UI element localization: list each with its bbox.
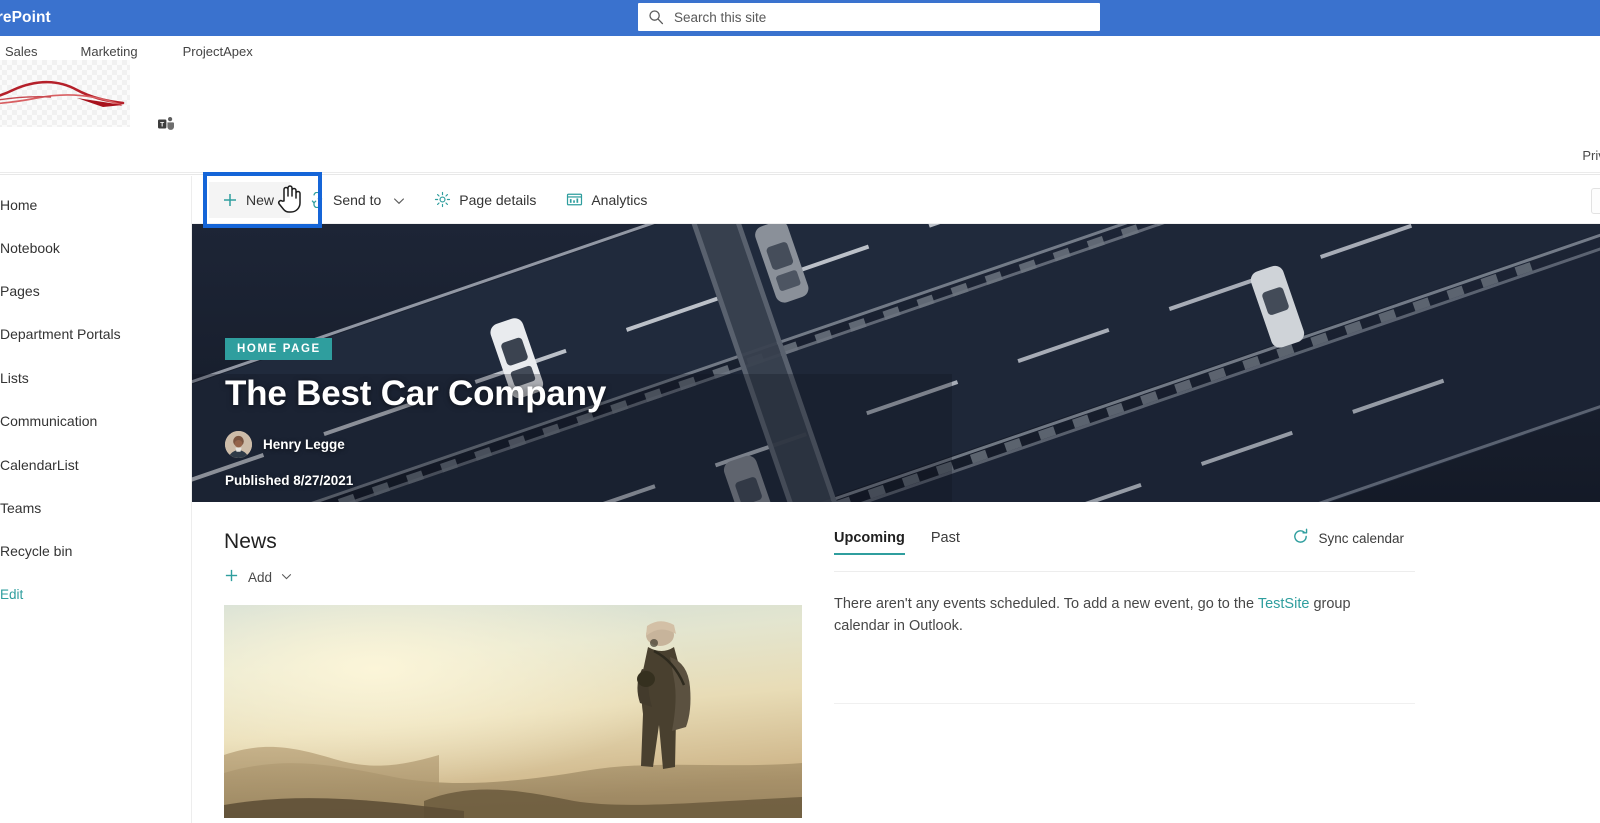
search-icon [648,9,664,25]
news-card[interactable] [224,605,802,818]
analytics-icon [566,191,583,208]
hero-banner[interactable]: HOME PAGE The Best Car Company Henry Leg… [192,224,1600,502]
plus-icon [224,568,239,586]
topnav-item-marketing[interactable]: Marketing [73,42,146,61]
sidebar-item-teams[interactable]: Teams [0,496,41,520]
page-content: News Add Upcoming Past Sync calendar The… [192,502,1600,823]
news-webpart: News Add [224,530,810,818]
events-webpart: Upcoming Past Sync calendar There aren't… [834,528,1424,705]
privacy-divider [0,172,1600,173]
search-input[interactable] [674,5,1090,29]
header-divider [0,174,1600,175]
sidebar-item-department-portals[interactable]: Department Portals [0,322,121,346]
sidebar-item-notebook[interactable]: Notebook [0,236,60,260]
events-divider-top [834,571,1415,572]
topnav-item-sales[interactable]: Sales [0,42,46,61]
chevron-down-icon [281,570,292,585]
sharepoint-brand-label[interactable]: arePoint [0,9,51,27]
sync-calendar-label: Sync calendar [1318,530,1404,546]
suite-bar: arePoint [0,0,1600,36]
command-bar-overflow-button[interactable] [1591,188,1600,214]
events-divider-bottom [834,703,1415,705]
page-details-label: Page details [459,191,537,208]
app-viewport: arePoint Sales Marketing ProjectApex [0,0,1600,823]
testsite-link[interactable]: TestSite [1258,596,1310,612]
published-date: Published 8/27/2021 [225,473,354,488]
news-heading: News [224,530,277,553]
sidebar-item-pages[interactable]: Pages [0,279,40,303]
sidebar-item-home[interactable]: Home [0,193,37,217]
page-command-bar: New Send to Page details Analytics [192,176,1600,224]
svg-text:T: T [160,121,164,128]
topnav-item-projectapex[interactable]: ProjectApex [175,42,261,61]
left-navigation: Home Notebook Pages Department Portals L… [0,176,192,823]
sidebar-item-lists[interactable]: Lists [0,366,29,390]
page-details-button[interactable]: Page details [424,182,546,218]
tab-upcoming[interactable]: Upcoming [834,530,905,555]
events-tablist: Upcoming Past Sync calendar [834,528,1424,555]
gear-icon [434,191,451,208]
tab-past[interactable]: Past [931,530,960,555]
analytics-button[interactable]: Analytics [556,182,657,218]
news-add-label: Add [248,569,273,585]
send-to-button[interactable]: Send to [298,182,414,218]
events-empty-state: There aren't any events scheduled. To ad… [834,593,1399,637]
site-privacy-row: Private gr [0,146,1600,172]
privacy-label: Private gr [1582,148,1600,163]
sidebar-item-communication[interactable]: Communication [0,409,97,433]
sidebar-item-calendarlist[interactable]: CalendarList [0,453,79,477]
mouse-cursor-hand-icon [276,182,302,214]
analytics-label: Analytics [591,191,648,208]
page-title: The Best Car Company [225,374,607,413]
sidebar-item-recycle-bin[interactable]: Recycle bin [0,539,72,563]
refresh-icon [1292,528,1309,548]
news-card-image [224,605,802,818]
send-to-icon [308,191,325,208]
site-logo [0,60,130,127]
new-button-label: New [246,191,275,208]
hero-content: HOME PAGE The Best Car Company Henry Leg… [225,338,606,488]
hero-author-row: Henry Legge [225,431,606,458]
news-add-button[interactable]: Add [224,568,292,586]
send-to-label: Send to [333,191,382,208]
plus-icon [221,191,238,208]
site-search-box[interactable] [638,3,1100,31]
chevron-down-icon [393,194,405,205]
sync-calendar-button[interactable]: Sync calendar [1292,528,1404,548]
top-navigation: Sales Marketing ProjectApex [0,40,261,62]
site-header: Sales Marketing ProjectApex T [0,36,1600,175]
events-empty-text-before: There aren't any events scheduled. To ad… [834,596,1258,612]
teams-icon[interactable]: T [156,114,176,134]
sidebar-edit-link[interactable]: Edit [0,583,23,607]
avatar[interactable] [225,431,252,458]
hero-badge: HOME PAGE [225,338,332,360]
author-name: Henry Legge [263,437,345,452]
